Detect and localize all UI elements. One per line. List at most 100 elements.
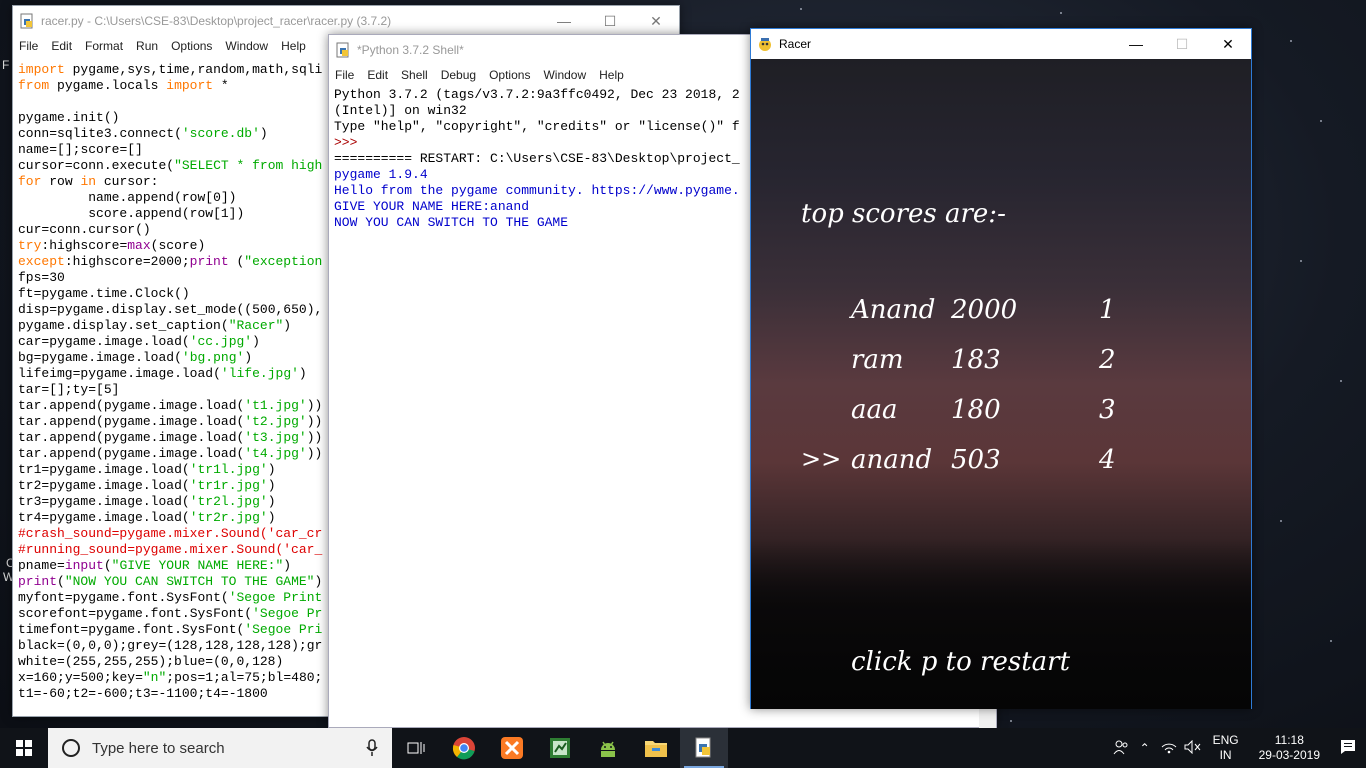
clock-time: 11:18 xyxy=(1274,733,1304,747)
taskbar-search-box[interactable]: Type here to search xyxy=(48,728,392,768)
system-tray: ⌃ ENG IN 11:18 29-03-2019 xyxy=(1109,728,1366,768)
shell-title: *Python 3.7.2 Shell* xyxy=(357,43,464,57)
code-line: tar.append(pygame.image.load('t3.jpg')) xyxy=(18,430,323,445)
score-row: ram 183 2 xyxy=(751,345,1251,385)
clock-date: 29-03-2019 xyxy=(1258,748,1320,762)
code-line: print("NOW YOU CAN SWITCH TO THE GAME") xyxy=(18,574,323,589)
menu-window[interactable]: Window xyxy=(225,39,268,53)
code-line: black=(0,0,0);grey=(128,128,128,128);gr xyxy=(18,638,323,653)
shell-output-line: NOW YOU CAN SWITCH TO THE GAME xyxy=(334,215,569,230)
region-code: IN xyxy=(1219,748,1232,762)
scrollbar-down-arrow[interactable] xyxy=(979,707,996,728)
minimize-button[interactable]: — xyxy=(1113,29,1159,59)
menu-debug[interactable]: Debug xyxy=(441,68,476,82)
network-icon[interactable] xyxy=(1157,740,1181,757)
editor-titlebar[interactable]: racer.py - C:\Users\CSE-83\Desktop\proje… xyxy=(13,6,679,36)
game-canvas[interactable]: top scores are:- Anand 2000 1 ram 183 2 … xyxy=(751,59,1251,709)
menu-edit[interactable]: Edit xyxy=(367,68,388,82)
score-rank: 2 xyxy=(1099,345,1116,375)
cortana-icon xyxy=(62,739,80,757)
code-line: tar=[];ty=[5] xyxy=(18,382,120,397)
score-value: 503 xyxy=(951,445,1001,475)
code-line: tar.append(pygame.image.load('t2.jpg')) xyxy=(18,414,323,429)
score-marker: >> xyxy=(801,445,842,473)
shell-output-line: GIVE YOUR NAME HERE:anand xyxy=(334,199,530,214)
close-button[interactable]: ✕ xyxy=(1205,29,1251,59)
taskbar-app-android-studio[interactable] xyxy=(584,728,632,768)
code-line: tar.append(pygame.image.load('t1.jpg')) xyxy=(18,398,323,413)
racer-titlebar[interactable]: Racer — ☐ ✕ xyxy=(751,29,1251,59)
pygame-icon xyxy=(759,38,771,51)
code-line: car=pygame.image.load('cc.jpg') xyxy=(18,334,260,349)
start-button[interactable] xyxy=(0,728,48,768)
racer-title: Racer xyxy=(779,37,812,51)
code-line: #crash_sound=pygame.mixer.Sound('car_cr xyxy=(18,526,323,541)
code-line: name=[];score=[] xyxy=(18,142,143,157)
code-line: timefont=pygame.font.SysFont('Segoe Pri xyxy=(18,622,323,637)
task-view-button[interactable] xyxy=(392,728,440,768)
input-language-indicator[interactable]: ENG IN xyxy=(1213,733,1239,763)
restart-hint: click p to restart xyxy=(851,647,1071,677)
taskbar-app-xampp[interactable] xyxy=(488,728,536,768)
taskbar-app-studio[interactable] xyxy=(536,728,584,768)
score-name: aaa xyxy=(851,395,898,425)
score-row: Anand 2000 1 xyxy=(751,295,1251,335)
score-rank: 3 xyxy=(1099,395,1116,425)
menu-file[interactable]: File xyxy=(19,39,38,53)
minimize-button[interactable]: — xyxy=(541,6,587,36)
volume-muted-icon[interactable] xyxy=(1181,739,1205,757)
code-line: white=(255,255,255);blue=(0,0,128) xyxy=(18,654,284,669)
menu-options[interactable]: Options xyxy=(171,39,212,53)
xampp-icon xyxy=(501,737,523,759)
menu-options[interactable]: Options xyxy=(489,68,530,82)
code-line: from pygame.locals import * xyxy=(18,78,229,93)
code-line: x=160;y=500;key="n";pos=1;al=75;bl=480; xyxy=(18,670,323,685)
menu-window[interactable]: Window xyxy=(543,68,586,82)
code-line: import pygame,sys,time,random,math,sqli xyxy=(18,62,323,77)
maximize-button[interactable]: ☐ xyxy=(587,6,633,36)
code-line: try:highscore=max(score) xyxy=(18,238,206,253)
menu-run[interactable]: Run xyxy=(136,39,158,53)
racer-window[interactable]: Racer — ☐ ✕ top scores are:- Anand 2000 … xyxy=(750,28,1252,709)
close-button[interactable]: ✕ xyxy=(633,6,679,36)
microphone-icon[interactable] xyxy=(366,739,378,757)
language-code: ENG xyxy=(1212,733,1239,747)
code-line: for row in cursor: xyxy=(18,174,159,189)
show-hidden-icons-icon[interactable]: ⌃ xyxy=(1133,741,1157,755)
menu-format[interactable]: Format xyxy=(85,39,123,53)
menu-edit[interactable]: Edit xyxy=(51,39,72,53)
chrome-icon xyxy=(452,737,475,760)
taskbar-clock[interactable]: 11:18 29-03-2019 xyxy=(1259,733,1320,763)
taskbar-app-chrome[interactable] xyxy=(440,728,488,768)
code-line: tr2=pygame.image.load('tr1r.jpg') xyxy=(18,478,276,493)
shell-banner-line: Type "help", "copyright", "credits" or "… xyxy=(334,119,740,134)
maximize-button[interactable]: ☐ xyxy=(1159,29,1205,59)
menu-file[interactable]: File xyxy=(335,68,354,82)
code-line: name.append(row[0]) xyxy=(88,190,237,205)
score-row: aaa 180 3 xyxy=(751,395,1251,435)
shell-output-line: Hello from the pygame community. https:/… xyxy=(334,183,740,198)
code-editor[interactable]: import pygame,sys,time,random,math,sqli f… xyxy=(13,62,329,704)
action-center-icon[interactable] xyxy=(1330,739,1366,758)
menu-help[interactable]: Help xyxy=(599,68,624,82)
menu-shell[interactable]: Shell xyxy=(401,68,428,82)
menu-help[interactable]: Help xyxy=(281,39,306,53)
shell-output[interactable]: Python 3.7.2 (tags/v3.7.2:9a3ffc0492, De… xyxy=(329,87,749,727)
taskbar-app-python[interactable] xyxy=(680,728,728,768)
code-line: tar.append(pygame.image.load('t4.jpg')) xyxy=(18,446,323,461)
code-line: #running_sound=pygame.mixer.Sound('car_ xyxy=(18,542,323,557)
code-line: except:highscore=2000;print ("exception xyxy=(18,254,323,269)
code-line: lifeimg=pygame.image.load('life.jpg') xyxy=(18,366,307,381)
score-rank: 1 xyxy=(1099,295,1116,325)
code-line: fps=30 xyxy=(18,270,65,285)
score-name: anand xyxy=(851,445,933,475)
score-rank: 4 xyxy=(1099,445,1116,475)
desert-silhouette xyxy=(751,539,1251,709)
people-icon[interactable] xyxy=(1109,739,1133,758)
shell-banner-line: (Intel)] on win32 xyxy=(334,103,467,118)
code-line: scorefont=pygame.font.SysFont('Segoe Pr xyxy=(18,606,323,621)
taskbar-app-file-explorer[interactable] xyxy=(632,728,680,768)
code-line: pygame.display.set_caption("Racer") xyxy=(18,318,292,333)
code-line: bg=pygame.image.load('bg.png') xyxy=(18,350,253,365)
